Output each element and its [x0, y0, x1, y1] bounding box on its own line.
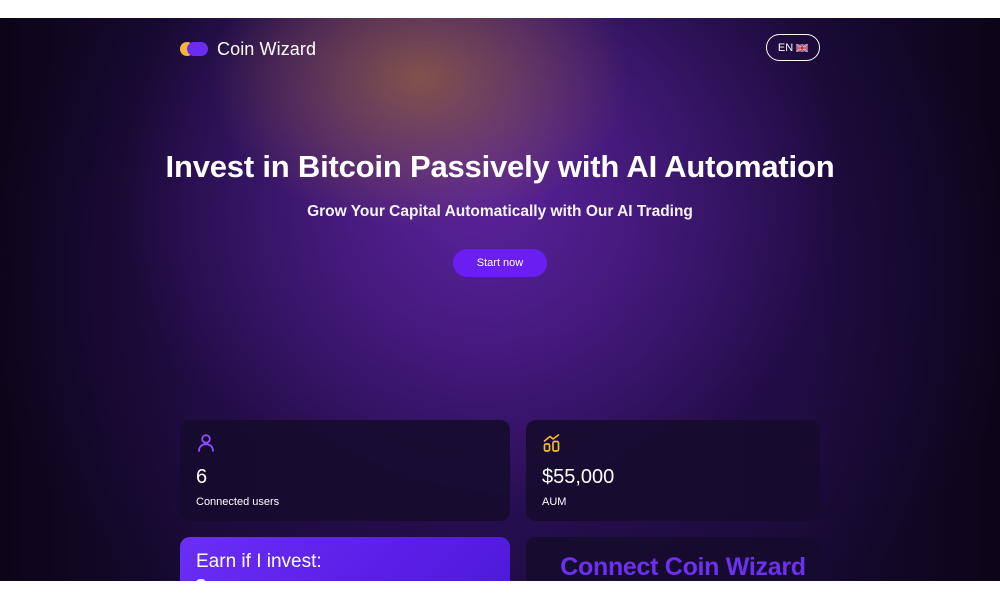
connect-card: Connect Coin Wizard: [526, 537, 820, 581]
hero-subtitle: Grow Your Capital Automatically with Our…: [307, 203, 693, 220]
hero-title: Invest in Bitcoin Passively with AI Auto…: [165, 149, 835, 184]
aum-card: $55,000 AUM: [526, 420, 820, 521]
aum-label: AUM: [542, 496, 567, 508]
coin-wizard-logo-icon: [180, 42, 208, 56]
page-viewport: Coin Wizard EN Invest in Bitcoin Passive…: [0, 18, 1000, 581]
brand-logo[interactable]: Coin Wizard: [180, 34, 316, 64]
user-icon: [198, 434, 214, 452]
connected-users-card: 6 Connected users: [180, 420, 510, 521]
growth-chart-icon: [543, 434, 560, 452]
connected-users-label: Connected users: [196, 496, 280, 508]
connected-users-value: 6: [196, 466, 208, 488]
brand-name: Coin Wizard: [217, 38, 317, 59]
start-now-button[interactable]: Start now: [453, 249, 547, 277]
aum-value: $55,000: [542, 466, 615, 488]
language-code: EN: [777, 41, 794, 54]
earn-content-peek: [196, 579, 206, 581]
earn-calculator-card: Earn if I invest:: [180, 537, 510, 581]
uk-flag-icon: [796, 43, 809, 52]
earn-title: Earn if I invest:: [196, 551, 322, 572]
connect-title: Connect Coin Wizard: [560, 553, 806, 581]
top-nav: Coin Wizard EN: [180, 34, 820, 64]
language-selector-button[interactable]: EN: [766, 34, 820, 61]
